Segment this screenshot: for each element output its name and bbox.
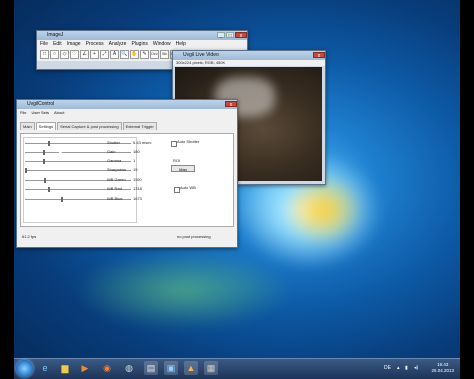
wb-red-label: WB Red	[107, 186, 122, 191]
freehand-tool-icon[interactable]: ♡	[70, 50, 79, 59]
wb-red-slider-thumb[interactable]	[48, 187, 50, 192]
tab-external-trigger[interactable]: External Trigger	[122, 122, 157, 130]
menu-plugins[interactable]: Plugins	[131, 41, 147, 47]
tab-settings[interactable]: Settings	[35, 122, 57, 130]
roi-button[interactable]: Man	[171, 165, 195, 172]
network-icon[interactable]: ▮	[405, 365, 408, 371]
menu-file[interactable]: File	[20, 110, 26, 115]
angle-tool-icon[interactable]: ∠	[80, 50, 89, 59]
desktop-glow-green	[74, 250, 294, 330]
control-tabs: Main Settings Serial Capture & post proc…	[17, 122, 237, 130]
firefox-icon[interactable]: ◉	[100, 361, 114, 375]
menu-window[interactable]: Window	[153, 41, 171, 47]
tab-serial-capture[interactable]: Serial Capture & post processing	[57, 122, 122, 130]
gamma-value: 1	[133, 158, 136, 163]
menu-image[interactable]: Image	[67, 41, 81, 47]
dropper-tool-icon[interactable]: ✎	[140, 50, 149, 59]
close-button[interactable]: x	[235, 32, 247, 39]
wb-red-value: 1318	[133, 186, 142, 191]
wb-blue-value: 1673	[133, 196, 142, 201]
maximize-button[interactable]: □	[226, 32, 234, 39]
imagej-task-icon[interactable]: ▣	[164, 361, 178, 375]
imagej-menubar: File Edit Image Process Analyze Plugins …	[37, 40, 247, 48]
wand-tool-icon[interactable]: ⤢	[100, 50, 109, 59]
tray-arrow-icon[interactable]: ▴	[397, 365, 400, 371]
settings-panel: Shutter 5.43 msec Gain 180 Gamma 1 Sharp…	[20, 133, 234, 227]
menu-edit[interactable]: Edit	[53, 41, 62, 47]
wb-blue-slider-thumb[interactable]	[61, 197, 63, 202]
internet-explorer-icon[interactable]: e	[38, 361, 52, 375]
gamma-label: Gamma	[107, 158, 122, 163]
sharpness-slider-thumb[interactable]	[25, 168, 27, 173]
control-window[interactable]: UvgilControl x File User Sets About Main…	[16, 99, 238, 248]
video-titlebar[interactable]: Uvgil Live Video x	[173, 51, 325, 60]
gain-label: Gain	[107, 149, 116, 154]
wb-green-value: 1100	[133, 177, 142, 182]
video-task-icon[interactable]: ▦	[204, 361, 218, 375]
auto-shutter-label: Auto Shutter	[177, 139, 200, 144]
polygon-tool-icon[interactable]: ◇	[60, 50, 69, 59]
close-button[interactable]: x	[225, 101, 237, 108]
video-info: 300x224 pixels; RGB; 450K	[173, 60, 325, 66]
stack-tool-icon[interactable]: Stk	[160, 50, 169, 59]
vlc-task-icon[interactable]: ▲	[184, 361, 198, 375]
post-processing-status: no post processing	[177, 234, 211, 239]
menu-user-sets[interactable]: User Sets	[31, 110, 49, 115]
gamma-slider-thumb[interactable]	[43, 159, 45, 164]
taskbar: e ▆ ▶ ◉ ◍ ▤ ▣ ▲ ▦ DE ▴ ▮ ◂) 16:43 25.04.…	[14, 358, 460, 379]
rectangle-tool-icon[interactable]: □	[40, 50, 49, 59]
menu-file[interactable]: File	[40, 41, 48, 47]
text-tool-icon[interactable]: A	[110, 50, 119, 59]
shutter-label: Shutter	[107, 140, 120, 145]
wb-blue-label: WB Blue	[107, 196, 123, 201]
control-menubar: File User Sets About	[17, 109, 237, 116]
menu-about[interactable]: About	[54, 110, 64, 115]
clock-date: 25.04.2013	[431, 368, 454, 373]
media-player-icon[interactable]: ▶	[78, 361, 92, 375]
menu-help[interactable]: Help	[176, 41, 186, 47]
close-button[interactable]: x	[313, 52, 325, 59]
language-indicator[interactable]: DE	[384, 365, 391, 371]
wb-green-label: WB Green	[107, 177, 126, 182]
desktop-glow-yellow	[284, 175, 364, 245]
folder-icon[interactable]: ▆	[58, 361, 72, 375]
dev-tool-icon[interactable]: Dev	[150, 50, 159, 59]
volume-icon[interactable]: ◂)	[414, 365, 418, 371]
app-icon[interactable]: ◍	[122, 361, 136, 375]
video-title: Uvgil Live Video	[183, 52, 219, 58]
oval-tool-icon[interactable]: ○	[50, 50, 59, 59]
point-tool-icon[interactable]: +	[90, 50, 99, 59]
shutter-slider-thumb[interactable]	[48, 141, 50, 146]
tab-main[interactable]: Main	[20, 122, 35, 130]
magnifier-tool-icon[interactable]: 🔍	[120, 50, 129, 59]
roi-label: ROI	[173, 158, 181, 163]
sharpness-value: 15	[133, 167, 138, 172]
auto-wb-label: Auto WB	[180, 185, 196, 190]
control-title: UvgilControl	[27, 101, 55, 107]
hand-tool-icon[interactable]: ✋	[130, 50, 139, 59]
imagej-title: ImageJ	[47, 32, 64, 38]
imagej-titlebar[interactable]: ImageJ _ □ x	[37, 31, 247, 40]
menu-process[interactable]: Process	[86, 41, 104, 47]
gain-value: 180	[133, 149, 140, 154]
uvgil-control-task-icon[interactable]: ▤	[144, 361, 158, 375]
fps-status: 61.2 fps	[22, 234, 37, 239]
menu-analyze[interactable]: Analyze	[109, 41, 127, 47]
minimize-button[interactable]: _	[217, 32, 225, 39]
gain-slider-thumb[interactable]	[43, 150, 45, 155]
wb-green-slider-thumb[interactable]	[44, 178, 46, 183]
start-button[interactable]	[16, 360, 33, 377]
shutter-value: 5.43 msec	[133, 140, 152, 145]
desktop: ImageJ _ □ x File Edit Image Process Ana…	[14, 0, 460, 379]
control-titlebar[interactable]: UvgilControl x	[17, 100, 237, 109]
system-clock[interactable]: 16:43 25.04.2013	[431, 362, 454, 374]
sharpness-label: Sharpness	[107, 167, 127, 172]
